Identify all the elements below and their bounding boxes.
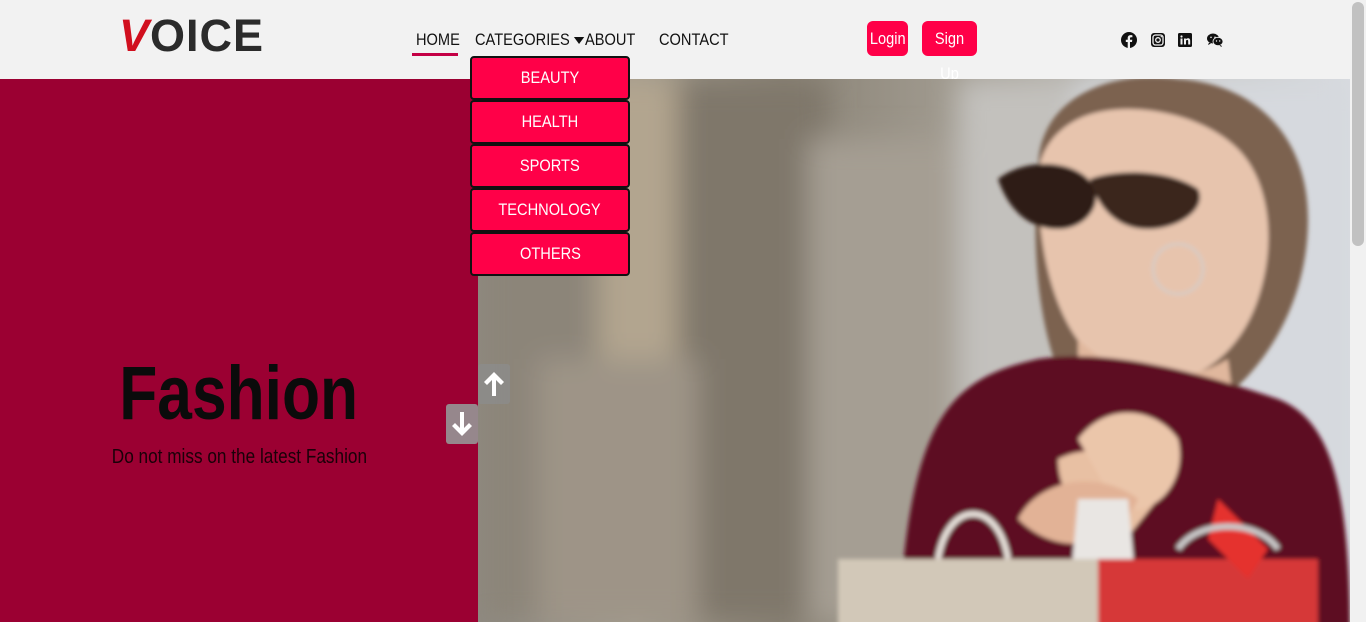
dropdown-item-label: SPORTS bbox=[520, 156, 580, 175]
site-header: VOICE HOME CATEGORIES ABOUT CONTACT Logi… bbox=[0, 0, 1350, 83]
nav-home[interactable]: HOME bbox=[416, 27, 460, 55]
login-button[interactable]: Login bbox=[867, 21, 908, 56]
dropdown-item-health[interactable]: HEALTH bbox=[470, 100, 630, 144]
dropdown-item-beauty[interactable]: BEAUTY bbox=[470, 56, 630, 100]
dropdown-item-label: HEALTH bbox=[521, 112, 579, 131]
dropdown-item-label: OTHERS bbox=[519, 244, 581, 263]
linkedin-icon[interactable] bbox=[1177, 32, 1193, 48]
arrow-up-icon bbox=[484, 372, 504, 396]
hero-title: Fashion bbox=[0, 352, 478, 436]
hero-subtitle-text: Do not miss on the latest Fashion bbox=[111, 446, 367, 468]
site-logo[interactable]: VOICE bbox=[119, 13, 264, 58]
dropdown-item-label: TECHNOLOGY bbox=[498, 200, 602, 219]
arrow-down-icon bbox=[452, 412, 472, 436]
nav-contact[interactable]: CONTACT bbox=[659, 27, 729, 55]
scroll-up-button[interactable] bbox=[478, 364, 510, 404]
dropdown-item-technology[interactable]: TECHNOLOGY bbox=[470, 188, 630, 232]
nav-categories[interactable]: CATEGORIES bbox=[475, 27, 585, 55]
dropdown-item-sports[interactable]: SPORTS bbox=[470, 144, 630, 188]
page-scrollbar[interactable] bbox=[1350, 0, 1366, 622]
nav-active-underline bbox=[412, 53, 458, 56]
dropdown-item-others[interactable]: OTHERS bbox=[470, 232, 630, 276]
scrollbar-thumb[interactable] bbox=[1352, 2, 1364, 246]
logo-text: OICE bbox=[150, 10, 265, 61]
hero-subtitle: Do not miss on the latest Fashion bbox=[0, 443, 478, 471]
nav-about[interactable]: ABOUT bbox=[585, 27, 635, 55]
wechat-icon[interactable] bbox=[1206, 32, 1224, 48]
login-button-label: Login bbox=[869, 29, 906, 48]
facebook-icon[interactable] bbox=[1121, 32, 1137, 48]
caret-down-icon bbox=[574, 37, 585, 45]
hero-title-text: Fashion bbox=[119, 351, 359, 436]
nav-categories-label: CATEGORIES bbox=[475, 30, 570, 49]
signup-button[interactable]: Sign Up bbox=[922, 21, 977, 83]
dropdown-item-label: BEAUTY bbox=[520, 68, 580, 87]
logo-letter-v: V bbox=[119, 10, 151, 61]
scroll-down-button[interactable] bbox=[446, 404, 478, 444]
instagram-icon[interactable] bbox=[1150, 32, 1166, 48]
